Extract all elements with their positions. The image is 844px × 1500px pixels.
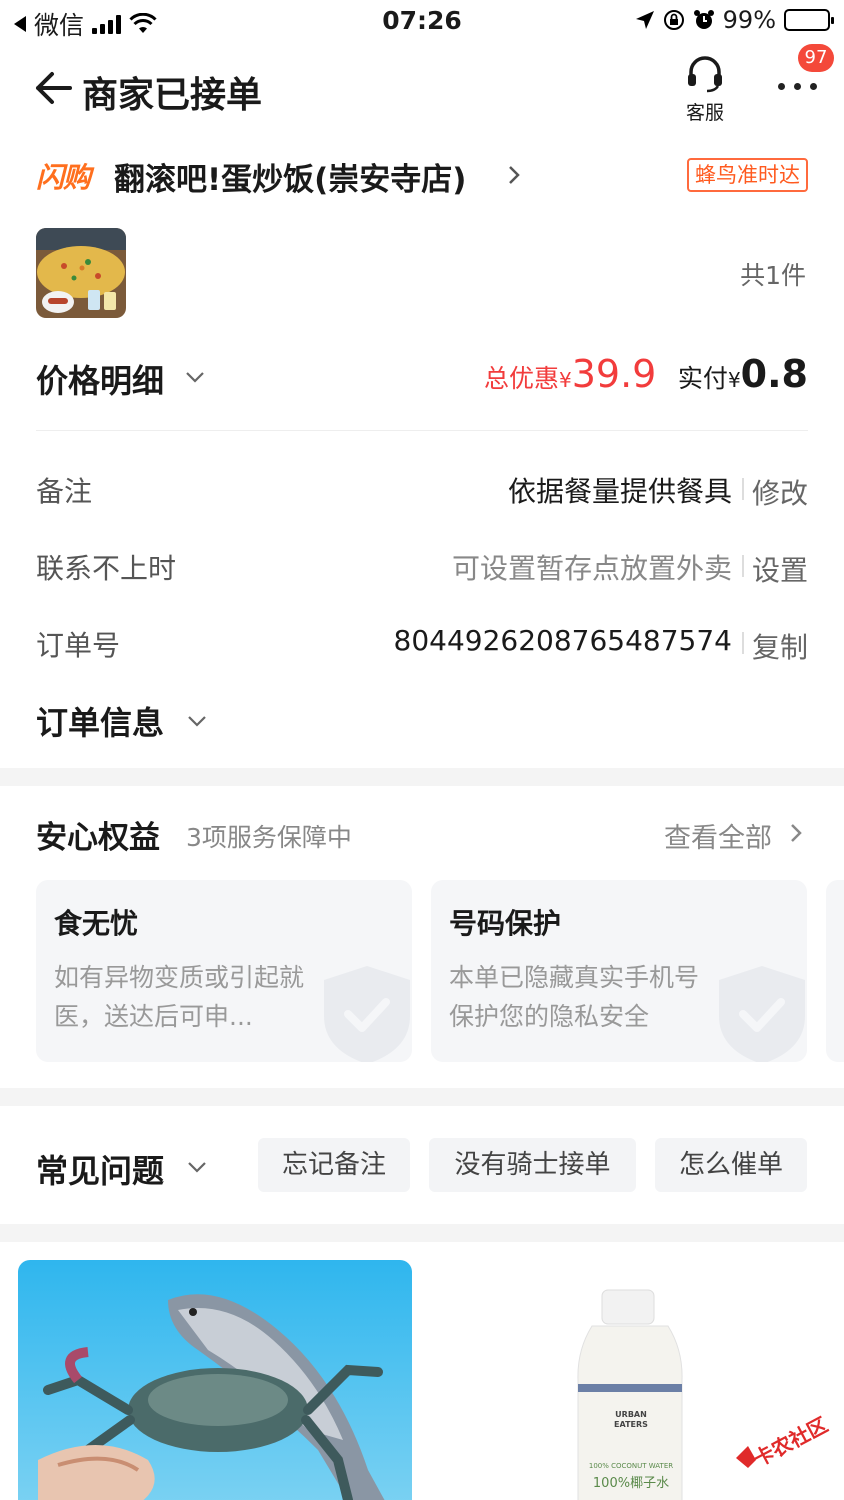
discount-value: 39.9 xyxy=(571,352,657,396)
unreachable-row: 联系不上时 可设置暂存点放置外卖 设置 xyxy=(36,543,808,587)
store-name[interactable]: 翻滚吧!蛋炒饭(崇安寺店) xyxy=(114,154,466,199)
view-all-link[interactable]: 查看全部 xyxy=(664,816,772,855)
remark-label: 备注 xyxy=(36,475,93,508)
faq-chip[interactable]: 忘记备注 xyxy=(258,1138,410,1192)
flash-buy-tag: 闪购 xyxy=(36,161,91,194)
delivery-tag: 蜂鸟准时达 xyxy=(687,158,808,192)
guarantee-card-desc: 本单已隐藏真实手机号保护您的隐私安全 xyxy=(449,963,700,1031)
discount-label: 总优惠 xyxy=(484,364,560,393)
paid-amount: 实付¥0.8 xyxy=(678,352,808,396)
location-arrow-icon xyxy=(635,11,654,29)
separator xyxy=(742,632,744,654)
battery-icon xyxy=(784,9,834,31)
unreachable-value: 可设置暂存点放置外卖 xyxy=(451,552,732,585)
order-info-toggle[interactable]: 订单信息 xyxy=(36,698,164,744)
guarantee-title: 安心权益 xyxy=(36,820,160,856)
faq-title[interactable]: 常见问题 xyxy=(36,1146,164,1192)
page-title: 商家已接单 xyxy=(82,75,263,116)
price-row[interactable]: 价格明细 总优惠¥39.9 实付¥0.8 xyxy=(36,350,808,410)
shield-check-icon xyxy=(719,966,805,1062)
chevron-down-icon xyxy=(188,1162,206,1173)
guarantee-card-phone[interactable]: 号码保护 本单已隐藏真实手机号保护您的隐私安全 xyxy=(431,880,807,1062)
order-number-value: 8044926208765487574 xyxy=(393,624,732,657)
chevron-down-icon xyxy=(188,716,206,727)
faq-chip[interactable]: 没有骑士接单 xyxy=(429,1138,636,1192)
bottle-label-cn: 100%椰子水 xyxy=(592,1476,670,1491)
price-detail-label[interactable]: 价格明细 xyxy=(36,356,164,402)
guarantee-subtitle: 3项服务保障中 xyxy=(186,823,352,852)
paid-currency: ¥ xyxy=(727,368,741,392)
paid-label: 实付 xyxy=(677,364,728,393)
discount-currency: ¥ xyxy=(559,368,572,392)
chevron-down-icon xyxy=(186,372,204,383)
set-drop-point-button[interactable]: 设置 xyxy=(752,549,808,589)
bottle-label-en: 100% COCONUT WATER xyxy=(588,1462,674,1470)
guarantee-card-food[interactable]: 食无忧 如有异物变质或引起就医，送达后可申... xyxy=(36,880,412,1062)
customer-service-button[interactable]: 客服 xyxy=(676,54,734,125)
more-menu-button[interactable] xyxy=(776,76,820,96)
customer-service-label: 客服 xyxy=(685,102,724,124)
status-right: 99% xyxy=(635,6,834,34)
guarantee-card-title: 食无忧 xyxy=(54,907,139,940)
order-number-label: 订单号 xyxy=(36,629,121,662)
item-count: 共1件 xyxy=(740,261,806,290)
section-gap xyxy=(0,1224,844,1242)
total-discount: 总优惠¥39.9 xyxy=(484,352,656,396)
message-badge: 97 xyxy=(798,44,834,72)
remark-value: 依据餐量提供餐具 xyxy=(507,475,732,508)
faq-chip[interactable]: 怎么催单 xyxy=(655,1138,807,1192)
seafood-image xyxy=(18,1260,412,1500)
product-card-seafood[interactable] xyxy=(18,1260,412,1500)
chevron-right-icon xyxy=(509,166,520,184)
divider xyxy=(36,430,808,431)
order-number-row: 订单号 8044926208765487574 复制 xyxy=(36,620,808,664)
orientation-lock-icon xyxy=(663,10,684,30)
bottle-brand-label: URBAN EATERS xyxy=(614,1410,648,1429)
remark-row: 备注 依据餐量提供餐具 修改 xyxy=(36,466,808,510)
chevron-right-icon xyxy=(791,824,802,842)
status-bar: 微信 07:26 99% xyxy=(0,0,844,44)
store-row[interactable]: 闪购 翻滚吧!蛋炒饭(崇安寺店) 蜂鸟准时达 xyxy=(36,152,808,200)
separator xyxy=(742,478,744,500)
back-arrow-icon[interactable] xyxy=(34,70,74,106)
copy-order-number-button[interactable]: 复制 xyxy=(752,626,808,666)
shield-check-icon xyxy=(324,966,410,1062)
section-gap xyxy=(0,1088,844,1106)
separator xyxy=(742,555,744,577)
battery-percent: 99% xyxy=(722,6,776,34)
edit-remark-button[interactable]: 修改 xyxy=(752,472,808,512)
alarm-icon xyxy=(693,10,714,29)
section-gap xyxy=(0,768,844,786)
guarantee-card-desc: 如有异物变质或引起就医，送达后可申... xyxy=(54,963,305,1031)
nav-header: 商家已接单 客服 xyxy=(0,50,844,130)
guarantee-card-next[interactable] xyxy=(826,880,844,1062)
guarantee-card-title: 号码保护 xyxy=(449,907,562,940)
watermark: 卡农社区 xyxy=(734,1412,834,1472)
food-thumbnail[interactable] xyxy=(36,228,126,318)
paid-value: 0.8 xyxy=(740,352,808,396)
unreachable-label: 联系不上时 xyxy=(36,552,177,585)
headset-icon xyxy=(688,56,722,93)
